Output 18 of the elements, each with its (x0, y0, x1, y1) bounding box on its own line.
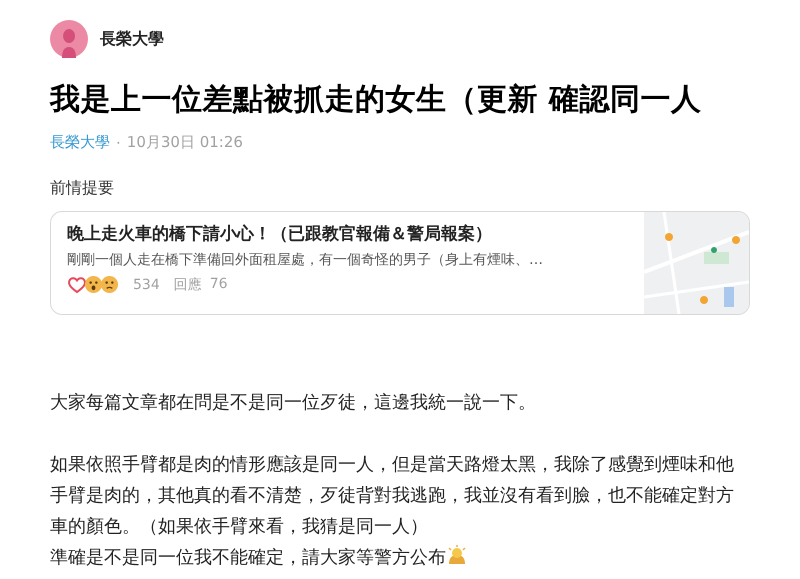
surprised-face-icon (84, 275, 103, 294)
linked-post-card[interactable]: 晚上走火車的橋下請小心！（已跟教官報備＆警局報案） 剛剛一個人走在橋下準備回外面租屋處，有一個奇怪的男子（身上有煙味、… 534 回應 76 (50, 211, 750, 315)
section-label: 前情提要 (50, 178, 115, 199)
post-time: 10月30日 01:26 (126, 133, 243, 152)
heart-icon (67, 275, 87, 295)
reaction-count: 534 (133, 277, 160, 293)
avatar (50, 20, 88, 58)
body-text: 準確是不是同一位我不能確定，請大家等警方公布 (50, 547, 446, 568)
post-title: 我是上一位差點被抓走的女生（更新 確認同一人 (50, 81, 702, 119)
reply-label: 回應 (174, 276, 202, 294)
card-excerpt: 剛剛一個人走在橋下準備回外面租屋處，有一個奇怪的男子（身上有煙味、… (67, 251, 544, 269)
body-text: 如果依照手臂都是肉的情形應該是同一人，但是當天路燈太黑，我除了感覺到煙味和他手臂是肉的，其他真的看不清楚，歹徒背對我逃跑，我並沒有看到臉，也不能確定對方車的顏色。（如果依手臂來看，我猜是同一人） (50, 454, 734, 537)
card-title: 晚上走火車的橋下請小心！（已跟教官報備＆警局報案） (67, 223, 493, 245)
author-name: 長榮大學 (100, 28, 164, 50)
body-text: 大家每篇文章都在問是不是同一位歹徒，這邊我統一說一下。 (50, 392, 536, 413)
reply-count: 76 (210, 276, 228, 294)
sad-face-icon (100, 275, 119, 294)
separator: · (116, 134, 121, 152)
